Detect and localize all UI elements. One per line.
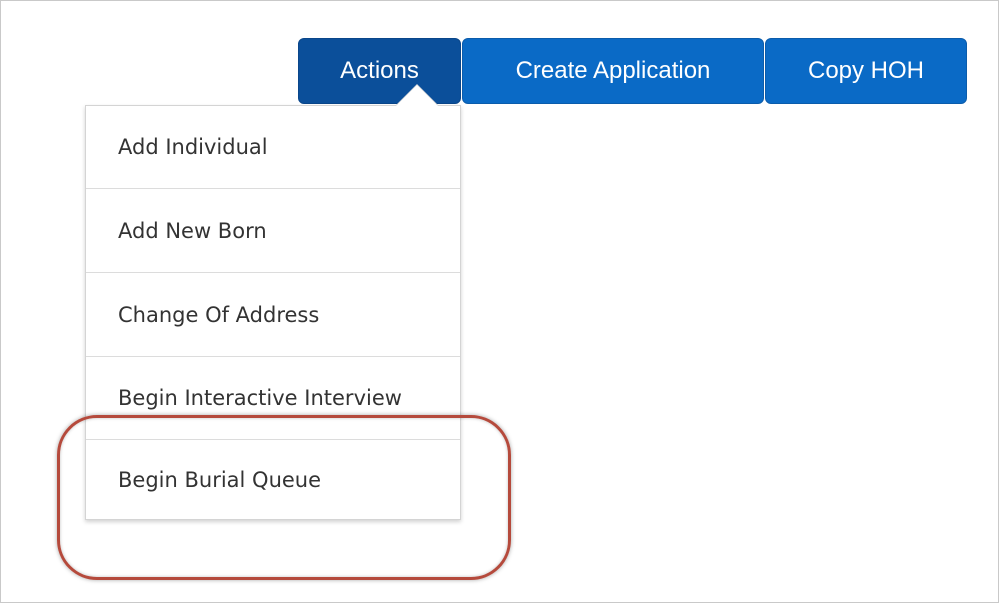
menu-item-add-new-born[interactable]: Add New Born xyxy=(86,190,460,273)
create-application-button-label: Create Application xyxy=(515,57,711,84)
menu-item-change-of-address[interactable]: Change Of Address xyxy=(86,274,460,357)
menu-item-begin-interactive-interview[interactable]: Begin Interactive Interview xyxy=(86,357,460,440)
menu-item-begin-burial-queue[interactable]: Begin Burial Queue xyxy=(86,440,460,520)
app-frame: Actions Create Application Copy HOH Add … xyxy=(0,0,999,603)
actions-button-label: Actions xyxy=(340,57,419,84)
menu-item-label: Begin Burial Queue xyxy=(118,468,322,492)
copy-hoh-button-label: Copy HOH xyxy=(807,57,925,84)
menu-item-label: Begin Interactive Interview xyxy=(118,386,402,410)
menu-item-label: Change Of Address xyxy=(118,303,320,327)
actions-dropdown-menu: Add Individual Add New Born Change Of Ad… xyxy=(85,105,461,520)
menu-item-label: Add Individual xyxy=(118,135,268,159)
dropdown-pointer xyxy=(396,85,438,106)
menu-item-add-individual[interactable]: Add Individual xyxy=(86,106,460,189)
create-application-button[interactable]: Create Application xyxy=(462,38,764,104)
menu-item-label: Add New Born xyxy=(118,219,267,243)
copy-hoh-button[interactable]: Copy HOH xyxy=(765,38,967,104)
